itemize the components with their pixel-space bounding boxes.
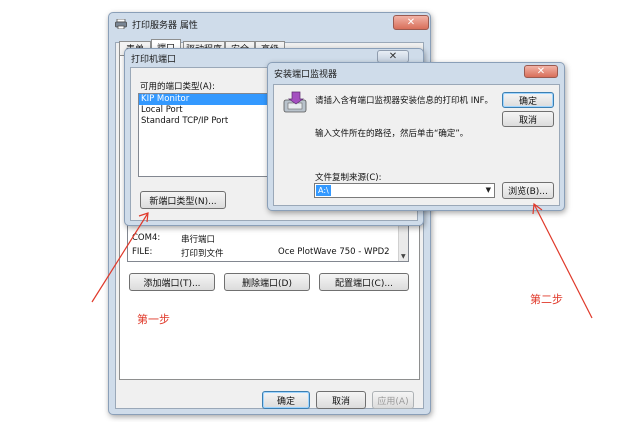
list-item[interactable]: Local Port — [139, 105, 273, 116]
instruction-enter-path: 输入文件所在的路径，然后单击“确定”。 — [315, 129, 469, 139]
add-port-button[interactable]: 添加端口(T)... — [129, 273, 215, 291]
available-port-types-label: 可用的端口类型(A): — [140, 82, 215, 92]
printer-ports-title: 打印机端口 — [131, 54, 177, 65]
port-description: 打印到文件 — [181, 249, 224, 259]
instruction-insert-inf: 请插入含有端口监视器安装信息的打印机 INF。 — [315, 96, 493, 106]
install-monitor-titlebar: 安装端口监视器 — [268, 63, 564, 83]
list-item[interactable]: Standard TCP/IP Port — [139, 116, 273, 127]
install-cancel-button[interactable]: 取消 — [502, 111, 554, 127]
configure-port-button[interactable]: 配置端口(C)... — [319, 273, 409, 291]
port-printer: Oce PlotWave 750 - WPD2 — [278, 247, 390, 257]
table-row[interactable]: FILE: 打印到文件 Oce PlotWave 750 - WPD2 — [132, 247, 396, 259]
port-name: COM4: — [132, 233, 161, 243]
copy-from-value: A:\ — [316, 185, 331, 196]
ports-list[interactable]: COM4: 串行端口 FILE: 打印到文件 Oce PlotWave 750 … — [127, 222, 409, 262]
main-ok-button[interactable]: 确定 — [262, 391, 310, 409]
chevron-down-icon[interactable]: ▼ — [486, 186, 491, 194]
install-ok-button[interactable]: 确定 — [502, 92, 554, 108]
port-description: 串行端口 — [181, 235, 216, 245]
list-scrollbar[interactable]: ▼ — [398, 223, 408, 261]
main-apply-button[interactable]: 应用(A) — [372, 391, 414, 409]
copy-from-label: 文件复制来源(C): — [315, 173, 382, 183]
scroll-down-arrow-icon[interactable]: ▼ — [401, 253, 406, 260]
table-row[interactable]: COM4: 串行端口 — [132, 233, 396, 245]
main-close-button[interactable]: ✕ — [393, 15, 429, 30]
install-monitor-title: 安装端口监视器 — [274, 69, 338, 80]
browse-button[interactable]: 浏览(B)... — [502, 182, 554, 199]
new-port-type-button[interactable]: 新端口类型(N)... — [140, 191, 226, 209]
disk-install-icon — [282, 90, 308, 114]
main-window-title: 打印服务器 属性 — [132, 20, 198, 31]
port-types-list[interactable]: KIP Monitor Local Port Standard TCP/IP P… — [138, 93, 274, 177]
install-monitor-close-button[interactable]: ✕ — [524, 65, 558, 78]
main-cancel-button[interactable]: 取消 — [316, 391, 366, 409]
step2-annotation: 第二步 — [530, 293, 563, 306]
list-item[interactable]: KIP Monitor — [139, 94, 273, 105]
delete-port-button[interactable]: 删除端口(D) — [224, 273, 310, 291]
copy-from-combobox[interactable]: A:\ ▼ — [314, 183, 495, 198]
step1-annotation: 第一步 — [137, 313, 170, 326]
main-titlebar: 打印服务器 属性 — [109, 13, 430, 35]
port-name: FILE: — [132, 247, 153, 257]
printer-icon — [115, 18, 127, 30]
